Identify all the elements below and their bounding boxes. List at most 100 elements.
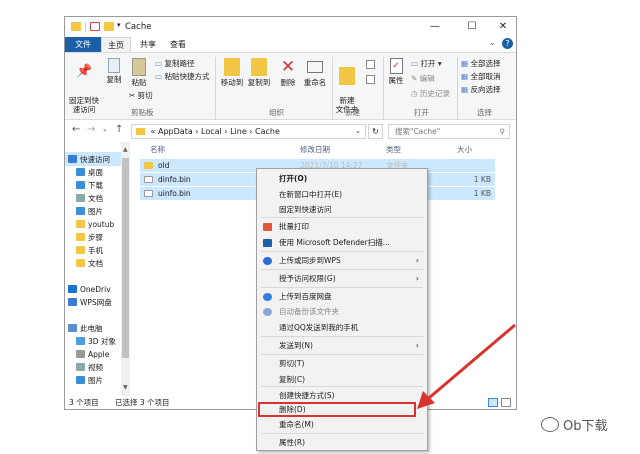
delete-button[interactable]: ✕ 删除 <box>277 58 299 87</box>
column-modified[interactable]: 修改日期 <box>300 142 330 157</box>
invert-select-button[interactable]: ▦ 反向选择 <box>461 84 500 95</box>
nav-onedrive[interactable]: OneDriv <box>68 283 111 296</box>
group-organize: 组织 <box>269 108 284 117</box>
nav-documents[interactable]: 文档 <box>76 192 103 205</box>
nav-docs-icon <box>76 259 85 267</box>
paste-button[interactable]: 粘贴 <box>128 58 150 87</box>
column-name[interactable]: 名称 <box>150 142 165 157</box>
history-button[interactable]: ◷ 历史记录 <box>411 88 450 99</box>
minimize-icon[interactable]: — <box>421 19 449 34</box>
scroll-down-icon[interactable]: ▼ <box>123 384 128 391</box>
menu-cut[interactable]: 剪切(T) <box>261 356 423 372</box>
address-dropdown-icon[interactable]: ⌄ <box>355 125 361 138</box>
column-type[interactable]: 类型 <box>386 142 401 157</box>
properties-quick-icon[interactable] <box>90 22 100 31</box>
help-icon[interactable]: ? <box>502 38 513 49</box>
menu-grant-access[interactable]: 授予访问权限(G) › <box>261 271 423 287</box>
menu-batch-print[interactable]: 批量打印 <box>261 219 423 235</box>
copy-to-button[interactable]: 复制到 <box>247 58 271 87</box>
menu-pin-quick-access[interactable]: 固定到快速访问 <box>261 202 423 218</box>
breadcrumb-local[interactable]: Local <box>201 127 222 136</box>
nav-phone[interactable]: 手机 <box>76 244 103 257</box>
menu-open-new-window[interactable]: 在新窗口中打开(E) <box>261 187 423 203</box>
maximize-icon[interactable]: ☐ <box>458 19 486 34</box>
new-folder-button[interactable]: 新建 文件夹 <box>333 58 361 114</box>
menu-send-to[interactable]: 发送到(N) › <box>261 338 423 354</box>
address-overflow[interactable]: « <box>151 127 156 136</box>
nav-scrollbar[interactable]: ▲ ▼ <box>121 142 130 396</box>
nav-quick-access[interactable]: 快速访问 <box>68 153 110 166</box>
pin-quick-access-button[interactable]: 📌 固定到快 速访问 <box>67 58 101 114</box>
copy-button[interactable]: 复制 <box>103 58 125 84</box>
column-size[interactable]: 大小 <box>457 142 472 157</box>
breadcrumb-cache[interactable]: Cache <box>255 127 280 136</box>
scrollbar-thumb[interactable] <box>122 158 129 358</box>
scroll-up-icon[interactable]: ▲ <box>123 146 128 153</box>
nav-3d-objects-icon <box>76 337 85 345</box>
address-bar[interactable]: « AppData › Local › Line › Cache ⌄ <box>131 124 366 139</box>
nav-videos[interactable]: 视频 <box>76 361 103 374</box>
nav-desktop[interactable]: 桌面 <box>76 166 103 179</box>
cut-button[interactable]: ✂ 剪切 <box>129 90 153 101</box>
nav-this-pc[interactable]: 此电脑 <box>68 322 103 335</box>
menu-send-qq[interactable]: 通过QQ发送到我的手机 <box>261 320 423 336</box>
menu-rename[interactable]: 重命名(M) <box>261 417 423 433</box>
nav-docs[interactable]: 文档 <box>76 257 103 270</box>
menu-upload-baidu[interactable]: 上传到百度网盘 <box>261 289 423 305</box>
paste-shortcut-label: 粘贴快捷方式 <box>164 72 210 81</box>
submenu-chevron-icon: › <box>415 256 419 265</box>
nav-this-pc-icon <box>68 324 77 332</box>
move-to-button[interactable]: 移动到 <box>220 58 244 87</box>
rename-label: 重命名 <box>303 78 327 87</box>
nav-youtube[interactable]: youtub <box>76 218 114 231</box>
customize-quick-access-icon[interactable]: ▾ <box>117 21 121 29</box>
menu-defender-scan[interactable]: 使用 Microsoft Defender扫描... <box>261 235 423 251</box>
tab-share[interactable]: 共享 <box>135 37 161 52</box>
up-arrow-icon[interactable]: ↑ <box>115 124 123 135</box>
tab-home[interactable]: 主页 <box>101 37 131 52</box>
nav-steps[interactable]: 步骤 <box>76 231 103 244</box>
tab-view[interactable]: 查看 <box>165 37 191 52</box>
nav-pictures-pc[interactable]: 图片 <box>76 374 103 387</box>
nav-3d-objects[interactable]: 3D 对象 <box>76 335 116 348</box>
new-folder-quick-icon[interactable] <box>104 22 114 31</box>
paste-shortcut-button[interactable]: ▭ 粘贴快捷方式 <box>155 71 209 82</box>
recent-locations-icon[interactable]: ⌄ <box>102 125 108 133</box>
paste-icon <box>132 58 146 76</box>
edit-button[interactable]: ✎ 编辑 <box>411 73 435 84</box>
menu-properties[interactable]: 属性(R) <box>261 435 423 451</box>
select-none-button[interactable]: ▦ 全部取消 <box>461 71 500 82</box>
search-input[interactable]: 搜索"Cache" ⚲ <box>388 124 510 139</box>
tab-file[interactable]: 文件 <box>65 37 101 52</box>
refresh-icon[interactable]: ↻ <box>368 124 383 139</box>
easy-access-icon[interactable] <box>366 75 375 84</box>
new-item-icon[interactable] <box>366 60 375 69</box>
ribbon-tabs <box>65 37 516 52</box>
close-icon[interactable]: ✕ <box>489 19 516 34</box>
menu-copy[interactable]: 复制(C) <box>261 372 423 388</box>
back-arrow-icon[interactable]: ← <box>72 124 80 135</box>
menu-auto-backup[interactable]: 自动备份该文件夹 <box>261 304 423 320</box>
open-button[interactable]: ▭ 打开 ▾ <box>411 58 442 69</box>
nav-apple-icon <box>76 350 85 358</box>
nav-wps[interactable]: WPS网盘 <box>68 296 112 309</box>
copy-path-button[interactable]: ▭ 复制路径 <box>155 58 194 69</box>
item-count: 3 个项目 <box>69 398 99 407</box>
rename-button[interactable]: 重命名 <box>302 58 328 87</box>
breadcrumb-line[interactable]: Line <box>230 127 247 136</box>
menu-item-label: 批量打印 <box>279 222 309 231</box>
properties-button[interactable]: ✓ 属性 <box>385 58 407 85</box>
nav-item-label: Apple <box>88 350 110 359</box>
nav-downloads[interactable]: 下载 <box>76 179 103 192</box>
menu-open[interactable]: 打开(O) <box>261 171 423 187</box>
pointer-arrow <box>417 323 516 409</box>
select-all-button[interactable]: ▦ 全部选择 <box>461 58 500 69</box>
forward-arrow-icon[interactable]: → <box>87 124 95 135</box>
breadcrumb-appdata[interactable]: AppData <box>158 127 193 136</box>
expand-ribbon-icon[interactable]: ⌄ <box>489 38 496 47</box>
nav-item-label: 此电脑 <box>80 324 103 333</box>
menu-upload-wps[interactable]: 上传或同步到WPS › <box>261 253 423 269</box>
nav-apple[interactable]: Apple <box>76 348 109 361</box>
nav-pictures[interactable]: 图片 <box>76 205 103 218</box>
ribbon-separator <box>383 57 384 125</box>
